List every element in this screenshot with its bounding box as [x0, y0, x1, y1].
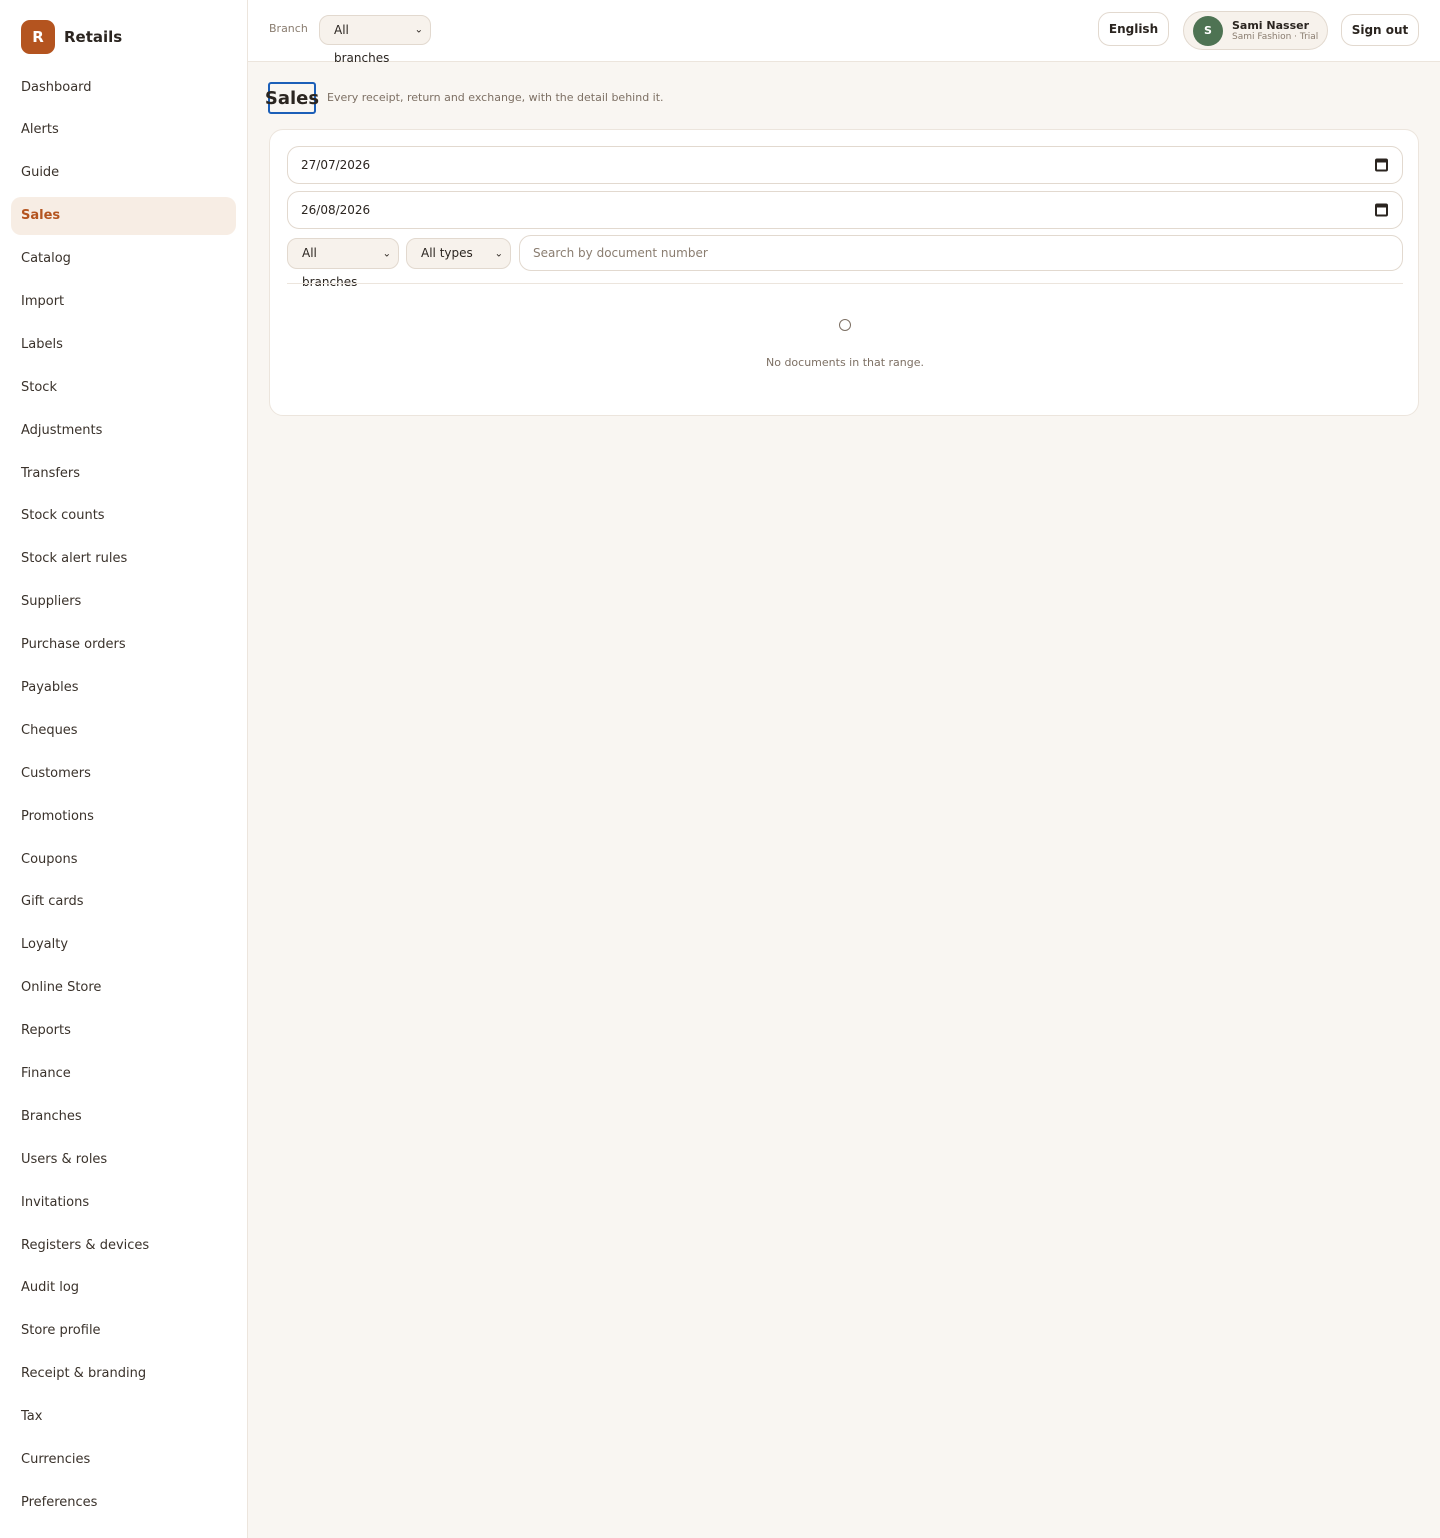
user-org: Sami Fashion · Trial — [1232, 31, 1319, 42]
date-to-value: 26/08/2026 — [301, 203, 371, 217]
brand-logo: R — [21, 20, 55, 54]
calendar-icon[interactable] — [1375, 158, 1388, 172]
sidebar-item-stock[interactable]: Stock — [11, 368, 236, 406]
divider — [287, 283, 1403, 284]
language-button[interactable]: English — [1098, 12, 1169, 46]
sidebar-item-users-roles[interactable]: Users & roles — [11, 1140, 236, 1178]
top-bar: Branch All branches ⌄ English S Sami Nas… — [248, 0, 1440, 65]
sidebar-item-finance[interactable]: Finance — [11, 1054, 236, 1092]
sign-out-button[interactable]: Sign out — [1341, 14, 1419, 46]
page-title: Sales — [265, 82, 319, 114]
sidebar-item-dashboard[interactable]: Dashboard — [11, 68, 236, 106]
header-branch-select[interactable]: All branches ⌄ — [319, 15, 431, 65]
sidebar-item-receipt-branding[interactable]: Receipt & branding — [11, 1355, 236, 1393]
sidebar-item-cheques[interactable]: Cheques — [11, 711, 236, 749]
sidebar-item-registers-devices[interactable]: Registers & devices — [11, 1226, 236, 1264]
date-to-input[interactable]: 26/08/2026 — [287, 191, 1403, 229]
sidebar-item-tax[interactable]: Tax — [11, 1398, 236, 1436]
sidebar-item-loyalty[interactable]: Loyalty — [11, 926, 236, 964]
sidebar-item-store-profile[interactable]: Store profile — [11, 1312, 236, 1350]
header-branch-select-value: All branches — [319, 15, 431, 65]
user-info: Sami Nasser Sami Fashion · Trial — [1232, 19, 1318, 43]
sidebar-item-guide[interactable]: Guide — [11, 154, 236, 192]
sidebar-item-online-store[interactable]: Online Store — [11, 969, 236, 1007]
sidebar-item-suppliers[interactable]: Suppliers — [11, 583, 236, 621]
calendar-icon[interactable] — [1375, 203, 1388, 217]
branch-label: Branch — [269, 22, 308, 35]
branch-filter-value: All branches — [287, 238, 399, 289]
sidebar-item-audit-log[interactable]: Audit log — [11, 1269, 236, 1307]
sidebar-item-adjustments[interactable]: Adjustments — [11, 411, 236, 449]
sidebar-item-reports[interactable]: Reports — [11, 1012, 236, 1050]
sidebar-item-currencies[interactable]: Currencies — [11, 1441, 236, 1479]
empty-state-message: No documents in that range. — [765, 356, 925, 369]
sidebar-item-promotions[interactable]: Promotions — [11, 797, 236, 835]
sidebar-nav: Dashboard Alerts Guide Sales Catalog Import La… — [11, 68, 236, 1526]
sidebar-item-preferences[interactable]: Preferences — [11, 1483, 236, 1521]
sidebar-item-branches[interactable]: Branches — [11, 1097, 236, 1135]
brand[interactable]: R Retails — [21, 20, 122, 54]
sidebar-item-labels[interactable]: Labels — [11, 325, 236, 363]
sidebar: R Retails Dashboard Alerts Guide Sales Catal… — [0, 0, 248, 1538]
sidebar-item-alerts[interactable]: Alerts — [11, 111, 236, 149]
sales-card: 27/07/2026 26/08/2026 All branches ⌄ All… — [269, 129, 1419, 416]
sidebar-item-payables[interactable]: Payables — [11, 668, 236, 706]
document-search-input[interactable] — [519, 235, 1403, 271]
sidebar-item-invitations[interactable]: Invitations — [11, 1183, 236, 1221]
avatar: S — [1193, 15, 1223, 46]
sidebar-item-sales[interactable]: Sales — [11, 196, 236, 235]
sidebar-item-transfers[interactable]: Transfers — [11, 454, 236, 492]
sidebar-item-import[interactable]: Import — [11, 282, 236, 320]
loading-spinner-icon — [839, 319, 851, 331]
sidebar-item-catalog[interactable]: Catalog — [11, 240, 236, 278]
branch-filter-select[interactable]: All branches ⌄ — [287, 238, 399, 289]
sidebar-item-stock-alert-rules[interactable]: Stock alert rules — [11, 540, 236, 578]
page-subtitle: Every receipt, return and exchange, with… — [327, 91, 664, 104]
user-menu[interactable]: S Sami Nasser Sami Fashion · Trial — [1183, 11, 1328, 50]
type-filter-value: All types — [406, 238, 511, 269]
sidebar-item-stock-counts[interactable]: Stock counts — [11, 497, 236, 535]
sidebar-item-purchase-orders[interactable]: Purchase orders — [11, 626, 236, 664]
sidebar-item-coupons[interactable]: Coupons — [11, 840, 236, 878]
brand-name: Retails — [64, 28, 123, 46]
user-name: Sami Nasser — [1232, 18, 1310, 32]
date-from-input[interactable]: 27/07/2026 — [287, 146, 1403, 184]
sidebar-item-customers[interactable]: Customers — [11, 754, 236, 792]
type-filter-select[interactable]: All types ⌄ — [406, 238, 511, 269]
sidebar-item-gift-cards[interactable]: Gift cards — [11, 883, 236, 921]
date-from-value: 27/07/2026 — [301, 158, 371, 172]
